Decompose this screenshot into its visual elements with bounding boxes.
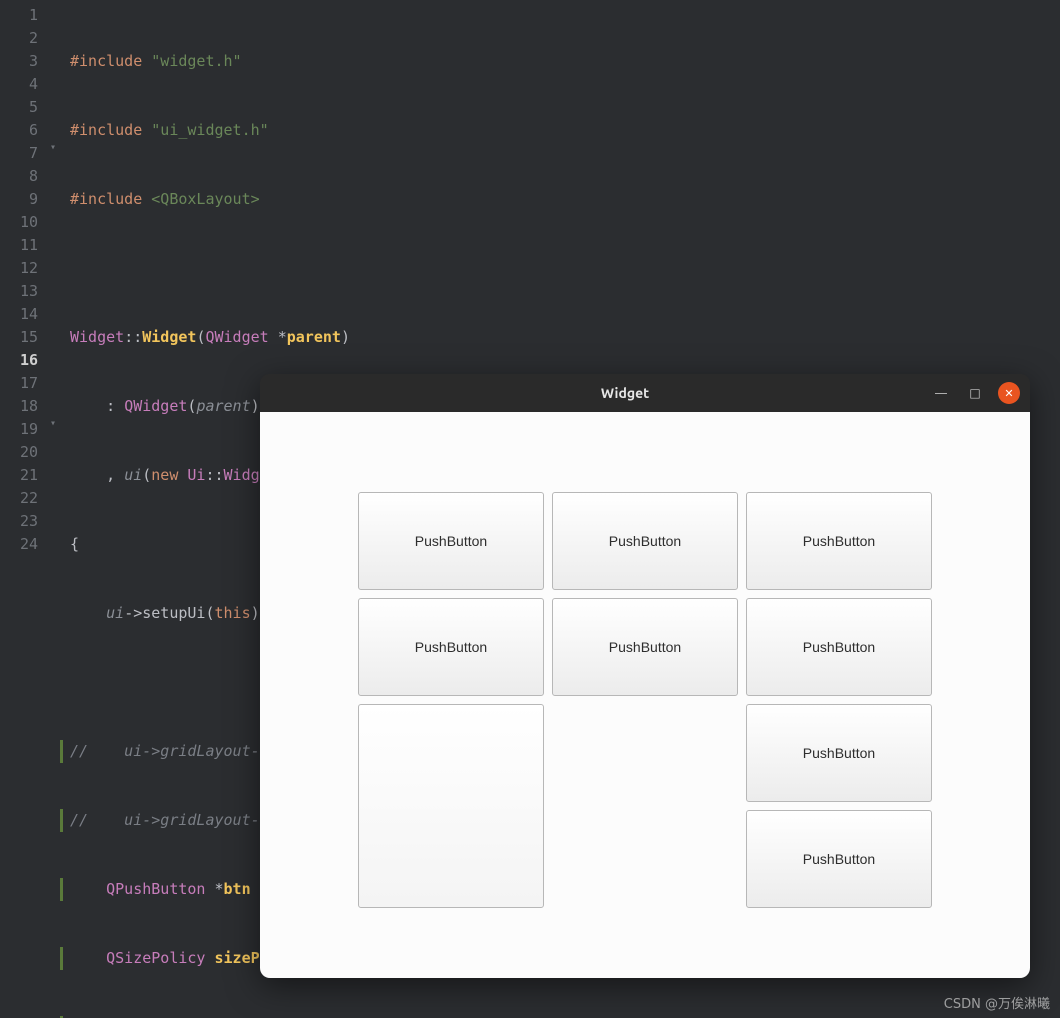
window-controls: — □ ✕ (930, 382, 1030, 404)
fold-toggle-icon[interactable]: ▾ (46, 142, 60, 165)
window-title: Widget (320, 385, 930, 401)
line-number: 2 (0, 27, 46, 50)
push-button[interactable]: PushButton (358, 492, 544, 590)
push-button[interactable]: PushButton (746, 492, 932, 590)
grid-empty-cell (552, 704, 738, 908)
line-number: 7 (0, 142, 46, 165)
maximize-icon[interactable]: □ (964, 382, 986, 404)
watermark-text: CSDN @万俟淋曦 (944, 993, 1050, 1012)
line-number: 22 (0, 487, 46, 510)
line-number: 20 (0, 441, 46, 464)
fold-toggle-icon[interactable]: ▾ (46, 418, 60, 441)
line-number: 5 (0, 96, 46, 119)
line-number: 8 (0, 165, 46, 188)
minimize-icon[interactable]: — (930, 382, 952, 404)
line-number: 23 (0, 510, 46, 533)
line-number: 14 (0, 303, 46, 326)
line-number: 24 (0, 533, 46, 556)
line-number: 13 (0, 280, 46, 303)
line-number: 9 (0, 188, 46, 211)
code-line: #include <QBoxLayout> (70, 188, 1060, 211)
line-number: 21 (0, 464, 46, 487)
push-button[interactable]: PushButton (552, 492, 738, 590)
line-number: 6 (0, 119, 46, 142)
line-number: 4 (0, 73, 46, 96)
close-icon[interactable]: ✕ (998, 382, 1020, 404)
line-number: 15 (0, 326, 46, 349)
code-line (70, 257, 1060, 280)
widget-window: Widget — □ ✕ PushButton PushButton PushB… (260, 374, 1030, 978)
push-button[interactable]: PushButton (746, 704, 932, 802)
line-number: 17 (0, 372, 46, 395)
line-number-gutter: 1 2 3 4 5 6 7 8 9 10 11 12 13 14 15 16 1… (0, 0, 46, 1018)
code-line: #include "ui_widget.h" (70, 119, 1060, 142)
push-button-empty[interactable] (358, 704, 544, 908)
window-titlebar[interactable]: Widget — □ ✕ (260, 374, 1030, 412)
code-line: #include "widget.h" (70, 50, 1060, 73)
line-number: 3 (0, 50, 46, 73)
line-number: 1 (0, 4, 46, 27)
fold-column: ▾ ▾ (46, 0, 60, 1018)
line-number: 12 (0, 257, 46, 280)
push-button[interactable]: PushButton (746, 810, 932, 908)
line-number: 10 (0, 211, 46, 234)
push-button[interactable]: PushButton (746, 598, 932, 696)
line-number: 11 (0, 234, 46, 257)
line-number-active: 16 (0, 349, 46, 372)
window-body: PushButton PushButton PushButton PushBut… (260, 412, 1030, 978)
push-button[interactable]: PushButton (552, 598, 738, 696)
code-line: Widget::Widget(QWidget *parent) (70, 326, 1060, 349)
line-number: 18 (0, 395, 46, 418)
line-number: 19 (0, 418, 46, 441)
push-button[interactable]: PushButton (358, 598, 544, 696)
